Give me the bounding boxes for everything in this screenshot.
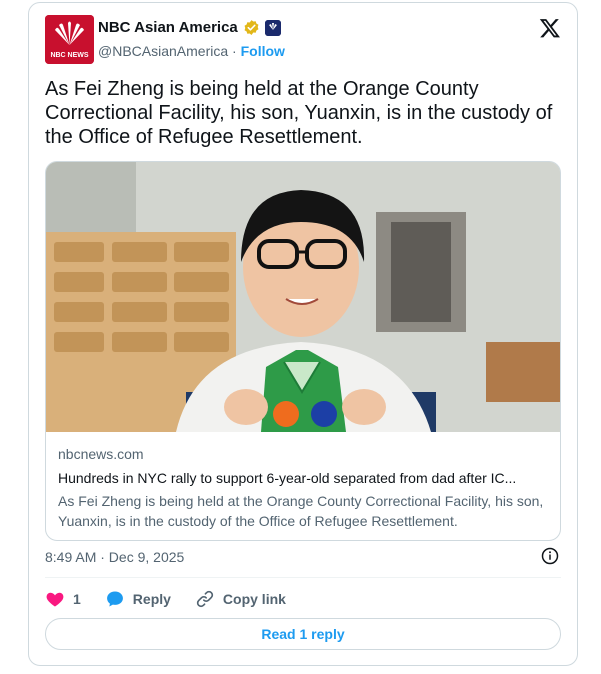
reply-label: Reply [132,591,171,607]
follow-button[interactable]: Follow [241,43,285,59]
tweet-timestamp[interactable]: 8:49 AM · Dec 9, 2025 [45,549,184,565]
like-button[interactable]: 1 [45,589,81,609]
author-avatar[interactable]: NBC NEWS [45,15,94,64]
link-description: As Fei Zheng is being held at the Orange… [58,493,544,529]
copy-link-label: Copy link [222,591,286,607]
info-icon[interactable] [541,547,559,565]
link-preview-image[interactable] [46,162,560,432]
link-title[interactable]: Hundreds in NYC rally to support 6-year-… [58,469,548,487]
author-handle[interactable]: @NBCAsianAmerica [98,43,228,59]
reply-button[interactable]: Reply [105,589,171,609]
nbc-peacock-icon: NBC NEWS [45,15,94,64]
tweet-text: As Fei Zheng is being held at the Orange… [45,78,553,148]
link-preview-meta: nbcnews.com Hundreds in NYC rally to sup… [58,445,548,531]
verified-badge-icon [244,20,259,35]
heart-icon [46,592,64,607]
handle-row: @NBCAsianAmerica · Follow [98,43,285,59]
affiliate-badge-icon [264,19,281,36]
handle-separator: · [232,43,237,59]
divider [45,577,561,578]
action-bar: 1 Reply Copy link [45,588,310,610]
x-logo-icon[interactable] [539,17,561,39]
tweet-card: NBC NEWS NBC Asian America @NBCAsianAmer… [28,2,578,666]
avatar-text: NBC NEWS [50,52,88,59]
like-count: 1 [73,591,81,607]
link-icon [196,590,214,608]
copy-link-button[interactable]: Copy link [195,589,286,609]
reply-bubble-icon [106,591,123,607]
author-name[interactable]: NBC Asian America [98,19,238,36]
link-domain: nbcnews.com [58,446,144,462]
author-name-row: NBC Asian America [98,19,281,36]
link-preview-card[interactable]: nbcnews.com Hundreds in NYC rally to sup… [45,161,561,541]
read-replies-button[interactable]: Read 1 reply [45,618,561,650]
